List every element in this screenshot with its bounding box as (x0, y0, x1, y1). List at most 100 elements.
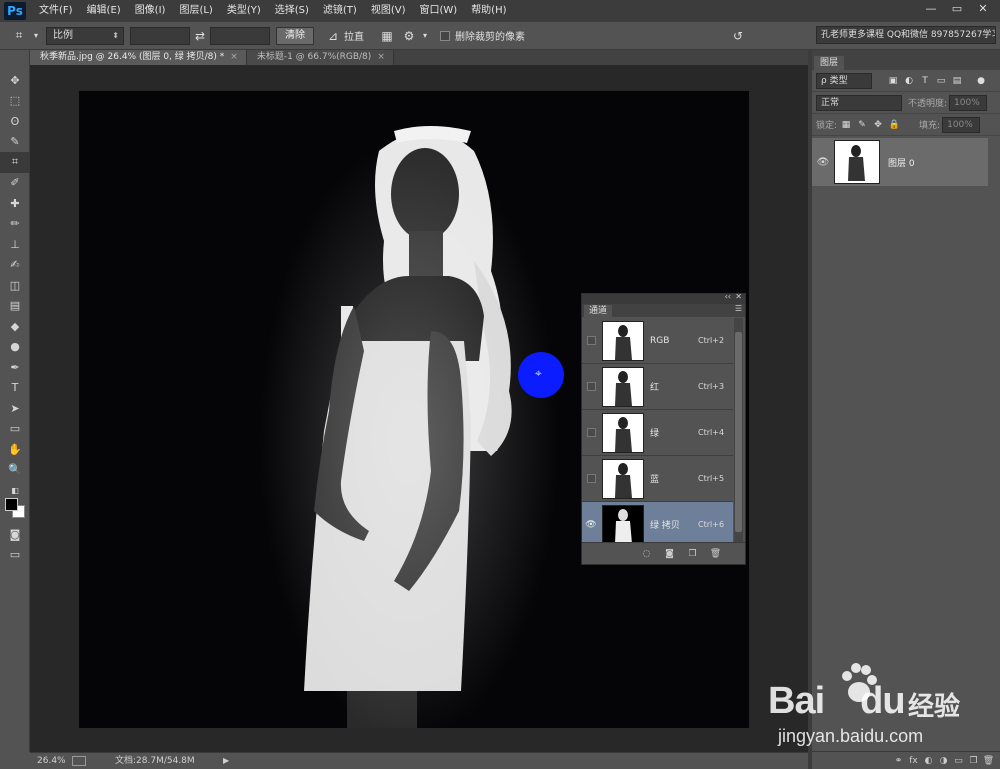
visibility-box[interactable] (586, 336, 596, 345)
adjust-filter-icon[interactable]: ◐ (902, 74, 916, 88)
channel-visibility[interactable]: 👁 (582, 520, 600, 530)
path-select-tool-icon[interactable]: ➤ (0, 398, 30, 419)
tab-layers[interactable]: 图层 (814, 56, 845, 70)
menu-edit[interactable]: 编辑(E) (80, 0, 128, 22)
filter-kind-select[interactable]: ρ 类型 (816, 72, 872, 89)
tab-channels[interactable]: 通道 (584, 305, 613, 317)
minimize-button[interactable]: — (920, 0, 942, 18)
straighten-label[interactable]: 拉直 (344, 28, 364, 43)
menu-filter[interactable]: 滤镜(T) (316, 0, 364, 22)
shape-tool-icon[interactable]: ▭ (0, 419, 30, 440)
trash-icon[interactable]: 🗑 (981, 756, 996, 766)
marquee-tool-icon[interactable]: ⬚ (0, 91, 30, 112)
tab-untitled-doc[interactable]: 未标题-1 @ 66.7%(RGB/8) × (246, 50, 394, 65)
type-tool-icon[interactable]: T (0, 378, 30, 399)
image-filter-icon[interactable]: ▣ (886, 74, 900, 88)
menu-select[interactable]: 选择(S) (268, 0, 316, 22)
close-icon[interactable]: ✕ (735, 292, 742, 301)
menu-file[interactable]: 文件(F) (32, 0, 80, 22)
lock-paint-icon[interactable]: ✎ (855, 118, 869, 132)
channels-scrollbar[interactable] (734, 318, 743, 544)
channels-titlebar[interactable]: ‹‹ ✕ (582, 292, 745, 304)
visibility-box[interactable] (586, 382, 596, 391)
hand-tool-icon[interactable]: ✋ (0, 439, 30, 460)
fill-input[interactable]: 100% (942, 116, 981, 133)
menu-type[interactable]: 类型(Y) (220, 0, 268, 22)
overlay-grid-icon[interactable]: ▦ (376, 26, 398, 46)
lock-all-icon[interactable]: 🔒 (887, 118, 901, 132)
healing-tool-icon[interactable]: ✚ (0, 193, 30, 214)
eye-icon[interactable]: 👁 (585, 520, 596, 530)
eyedropper-tool-icon[interactable]: ✐ (0, 173, 30, 194)
save-selection-icon[interactable]: ◙ (662, 549, 677, 559)
eye-icon[interactable]: 👁 (812, 157, 834, 168)
channel-row[interactable]: 红 Ctrl+3 (582, 364, 733, 410)
mask-icon[interactable]: ◐ (921, 756, 936, 766)
load-selection-icon[interactable]: ◌ (639, 549, 654, 559)
clear-button[interactable]: 清除 (276, 26, 314, 45)
quick-select-tool-icon[interactable]: ✎ (0, 132, 30, 153)
zoom-level[interactable]: 26.4% (37, 753, 66, 769)
layer-name[interactable]: 图层 0 (888, 156, 915, 169)
folder-icon[interactable]: ▭ (951, 756, 966, 766)
lock-move-icon[interactable]: ✥ (871, 118, 885, 132)
channel-row[interactable]: 蓝 Ctrl+5 (582, 456, 733, 502)
type-filter-icon[interactable]: T (918, 74, 932, 88)
new-layer-icon[interactable]: ❐ (966, 756, 981, 766)
channel-visibility[interactable] (582, 336, 600, 345)
maximize-button[interactable]: ▭ (946, 0, 968, 18)
close-icon[interactable]: × (377, 52, 385, 62)
height-input[interactable] (210, 26, 270, 45)
opacity-input[interactable]: 100% (949, 94, 988, 111)
shape-filter-icon[interactable]: ▭ (934, 74, 948, 88)
channel-visibility[interactable] (582, 382, 600, 391)
crop-tool-icon[interactable]: ⌗ (0, 152, 30, 173)
status-icon[interactable] (72, 756, 86, 766)
scrollbar-thumb[interactable] (735, 332, 742, 532)
menu-help[interactable]: 帮助(H) (464, 0, 513, 22)
delete-cropped-checkbox[interactable] (440, 30, 450, 41)
adjustment-icon[interactable]: ◑ (936, 756, 951, 766)
layer-row[interactable]: 👁 图层 0 (812, 138, 988, 186)
straighten-icon[interactable]: ⊿ (322, 26, 344, 46)
menu-window[interactable]: 窗口(W) (412, 0, 464, 22)
channel-row[interactable]: RGB Ctrl+2 (582, 318, 733, 364)
history-brush-tool-icon[interactable]: ✍ (0, 255, 30, 276)
visibility-box[interactable] (586, 428, 596, 437)
trash-icon[interactable]: 🗑 (708, 549, 723, 559)
chevron-down-icon[interactable]: ▾ (420, 26, 430, 46)
fx-icon[interactable]: fx (906, 756, 921, 766)
foreground-color-swatch[interactable] (5, 498, 18, 511)
panel-menu-icon[interactable]: ☰ (735, 304, 742, 313)
channel-row[interactable]: 绿 Ctrl+4 (582, 410, 733, 456)
reset-icon[interactable]: ↺ (727, 26, 749, 46)
new-channel-icon[interactable]: ❐ (685, 549, 700, 559)
link-icon[interactable]: ⚭ (891, 756, 906, 766)
ratio-select[interactable]: 比例 ⬍ (46, 26, 124, 45)
collapse-icon[interactable]: ‹‹ (725, 292, 731, 301)
channel-visibility[interactable] (582, 474, 600, 483)
screen-mode-icon[interactable]: ▭ (0, 544, 30, 565)
lock-transparent-icon[interactable]: ▦ (839, 118, 853, 132)
crop-tool-preset-icon[interactable]: ⌗ (8, 26, 30, 46)
close-icon[interactable]: × (230, 52, 238, 62)
menu-view[interactable]: 视图(V) (364, 0, 413, 22)
blur-tool-icon[interactable]: ◆ (0, 316, 30, 337)
chevron-down-icon[interactable]: ▾ (30, 26, 42, 46)
stamp-tool-icon[interactable]: ⊥ (0, 234, 30, 255)
pen-tool-icon[interactable]: ✒ (0, 357, 30, 378)
tab-autumn-doc[interactable]: 秋季新品.jpg @ 26.4% (图层 0, 绿 拷贝/8) * × (30, 50, 247, 65)
channel-visibility[interactable] (582, 428, 600, 437)
menu-image[interactable]: 图像(I) (128, 0, 173, 22)
close-window-button[interactable]: ✕ (972, 0, 994, 18)
quick-mask-icon[interactable]: ◙ (0, 524, 30, 545)
visibility-box[interactable] (586, 474, 596, 483)
width-input[interactable] (130, 26, 190, 45)
lasso-tool-icon[interactable]: ʘ (0, 111, 30, 132)
eraser-tool-icon[interactable]: ◫ (0, 275, 30, 296)
brush-tool-icon[interactable]: ✏ (0, 214, 30, 235)
blend-mode-select[interactable]: 正常 (816, 94, 902, 111)
move-tool-icon[interactable]: ✥ (0, 70, 30, 91)
menu-layer[interactable]: 图层(L) (172, 0, 219, 22)
status-menu-arrow-icon[interactable]: ▶ (223, 753, 229, 769)
